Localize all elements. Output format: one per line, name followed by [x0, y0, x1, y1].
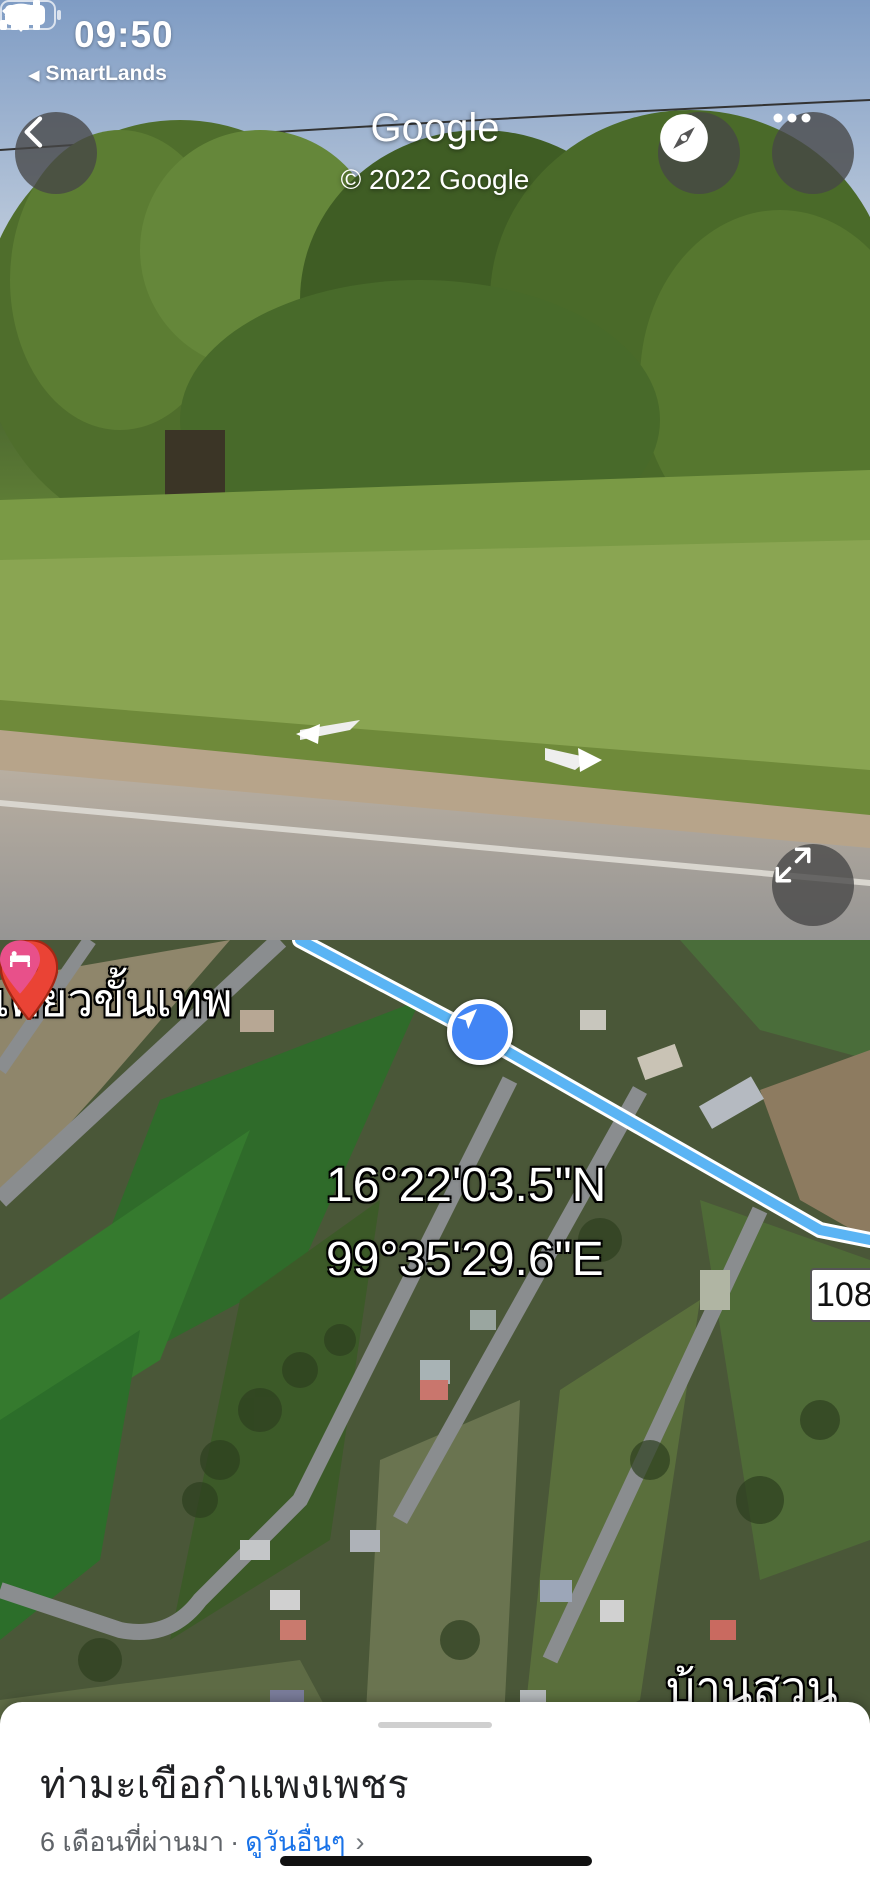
header-title: Google — [370, 106, 500, 150]
expand-button[interactable] — [772, 844, 854, 926]
chevron-right-icon[interactable]: › — [355, 1827, 364, 1857]
street-view-panorama[interactable]: 09:50 ◀ SmartLands Google © 2022 Google — [0, 0, 870, 940]
see-other-dates-link[interactable]: ดูวันอื่นๆ — [245, 1827, 345, 1857]
hotel-pin-icon[interactable] — [0, 940, 40, 994]
home-indicator[interactable] — [280, 1856, 592, 1866]
back-to-app-label: SmartLands — [45, 62, 167, 85]
status-time: 09:50 — [74, 14, 174, 55]
coordinate-longitude: 99°35'29.6"E — [326, 1233, 604, 1286]
back-to-app-link[interactable]: ◀ SmartLands — [28, 62, 167, 86]
route-number: 108 — [816, 1275, 870, 1314]
compass-button[interactable] — [658, 112, 740, 194]
expand-diagonal-icon — [775, 847, 811, 883]
more-options-button[interactable] — [772, 112, 854, 194]
back-triangle-icon: ◀ — [28, 67, 40, 84]
separator: · — [230, 1827, 240, 1857]
battery-icon — [0, 0, 61, 30]
navigation-arrow-icon — [457, 1009, 477, 1029]
sheet-grabber[interactable] — [378, 1722, 492, 1728]
header-copyright: © 2022 Google — [340, 164, 530, 195]
compass-icon — [660, 114, 708, 162]
nav-arrow-marker — [447, 999, 513, 1065]
more-horizontal-icon — [773, 113, 811, 123]
location-title: ท่ามะเขือกำแพงเพชร — [40, 1763, 409, 1807]
status-bar: 09:50 ◀ SmartLands — [0, 0, 870, 92]
coordinate-latitude: 16°22'03.5"N — [326, 1159, 607, 1212]
route-shield: 108 — [810, 1268, 870, 1322]
capture-date: 6 เดือนที่ผ่านมา — [40, 1827, 225, 1857]
